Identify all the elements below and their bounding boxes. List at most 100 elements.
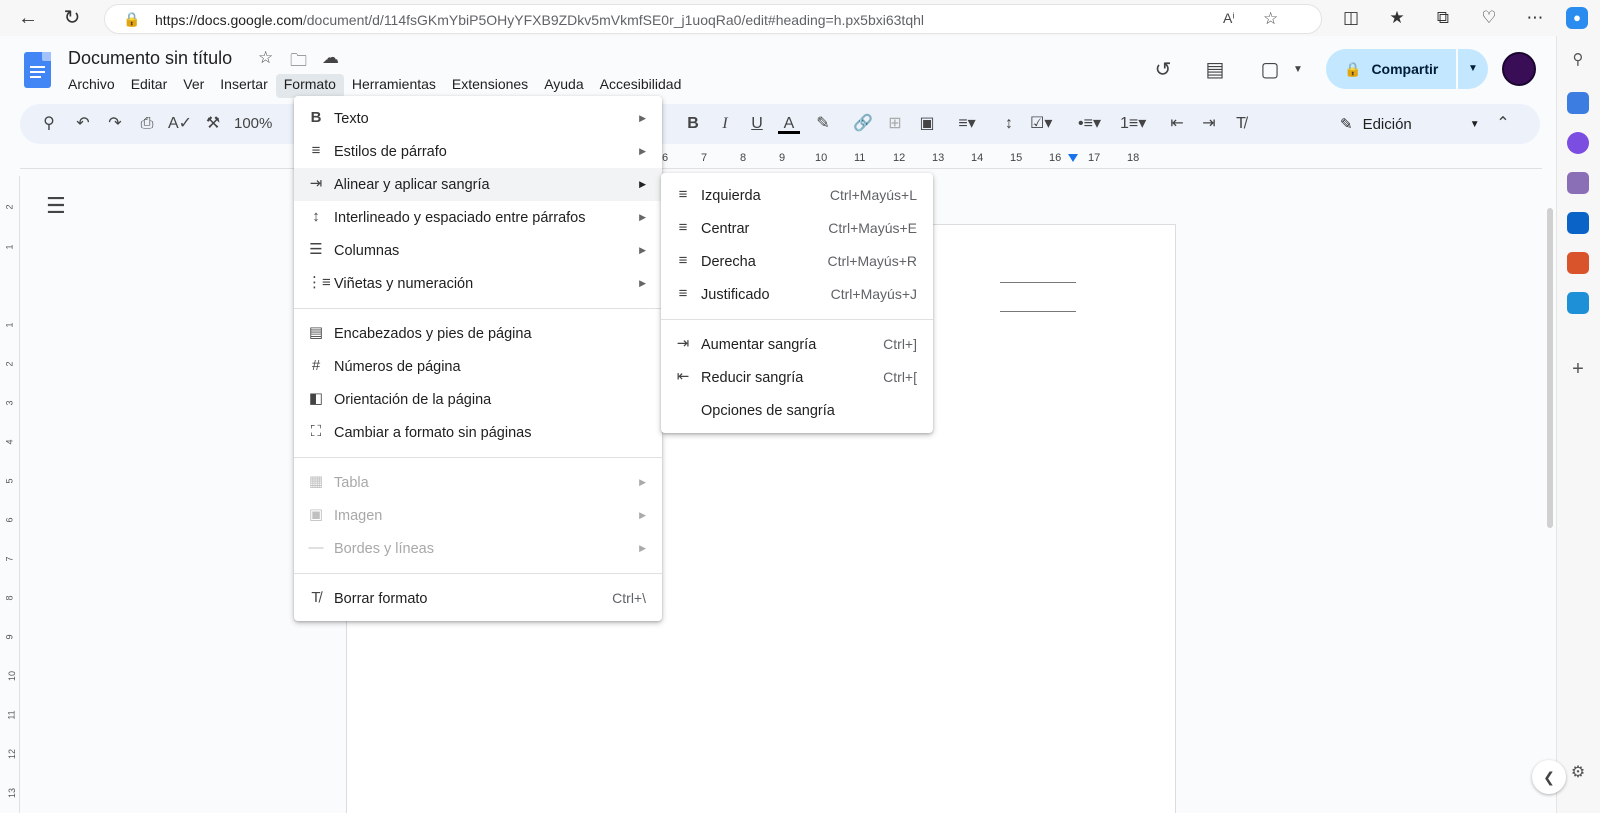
- menu-ayuda[interactable]: Ayuda: [536, 74, 591, 98]
- star-icon[interactable]: ☆: [258, 48, 273, 68]
- favorites-icon[interactable]: ★: [1386, 7, 1408, 29]
- align-indent-submenu: ≡ Izquierda Ctrl+Mayús+L ≡ Centrar Ctrl+…: [661, 173, 933, 433]
- ruler-label: 8: [740, 152, 747, 164]
- italic-icon[interactable]: I: [714, 112, 736, 136]
- menu-item-izquierda[interactable]: ≡ Izquierda Ctrl+Mayús+L: [661, 179, 933, 212]
- menu-item-justificado[interactable]: ≡ Justificado Ctrl+Mayús+J: [661, 278, 933, 311]
- menu-item-orientacion[interactable]: ◧ Orientación de la página: [294, 383, 662, 416]
- menu-item-aumentar-sangria[interactable]: ⇥ Aumentar sangría Ctrl+]: [661, 328, 933, 361]
- link-icon[interactable]: 🔗: [852, 112, 874, 136]
- menu-herramientas[interactable]: Herramientas: [344, 74, 444, 98]
- search-menus-icon[interactable]: ⚲: [38, 112, 60, 136]
- menu-item-reducir-sangria[interactable]: ⇤ Reducir sangría Ctrl+[: [661, 361, 933, 394]
- collapse-sidebar-icon[interactable]: ❮: [1532, 760, 1566, 794]
- settings-gear-icon[interactable]: ⚙: [1567, 762, 1589, 784]
- ruler-label: 1: [4, 322, 15, 328]
- menu-editar[interactable]: Editar: [123, 74, 176, 98]
- menu-item-texto[interactable]: B Texto ▶: [294, 102, 662, 135]
- numbered-list-icon[interactable]: 1≡▾: [1120, 112, 1146, 136]
- bold-icon[interactable]: B: [682, 112, 704, 136]
- outlook-icon[interactable]: [1567, 212, 1589, 234]
- zoom-select[interactable]: 100%: [234, 112, 272, 136]
- align-right-icon: ≡: [678, 252, 688, 269]
- menu-item-alinear-sangria[interactable]: ⇥ Alinear y aplicar sangría ▶: [294, 168, 662, 201]
- menu-item-label: Viñetas y numeración: [334, 275, 474, 292]
- insert-image-icon[interactable]: ▣: [916, 112, 938, 136]
- share-button[interactable]: 🔒 Compartir: [1326, 49, 1456, 89]
- shopping-icon[interactable]: [1567, 92, 1589, 114]
- right-indent-marker[interactable]: [1068, 154, 1078, 162]
- split-screen-icon[interactable]: ◫: [1340, 7, 1362, 29]
- cloud-status-icon[interactable]: ☁: [322, 48, 339, 68]
- undo-icon[interactable]: ↶: [72, 112, 94, 136]
- scroll-thumb[interactable]: [1547, 208, 1553, 528]
- underline-icon[interactable]: U: [746, 112, 768, 136]
- bulleted-list-icon[interactable]: •≡▾: [1078, 112, 1101, 136]
- menu-item-derecha[interactable]: ≡ Derecha Ctrl+Mayús+R: [661, 245, 933, 278]
- editing-mode-select[interactable]: ✎ Edición ▼: [1340, 112, 1480, 136]
- menu-shortcut: Ctrl+\: [612, 590, 646, 606]
- lock-icon[interactable]: 🔒: [123, 11, 140, 28]
- paint-format-icon[interactable]: ⚒: [202, 112, 224, 136]
- address-bar[interactable]: 🔒 https://docs.google.com/document/d/114…: [104, 4, 1322, 34]
- comments-icon[interactable]: ▤: [1201, 56, 1229, 84]
- print-icon[interactable]: ⎙: [136, 112, 158, 136]
- copilot-icon[interactable]: ●: [1566, 7, 1588, 29]
- m365-icon[interactable]: [1567, 132, 1589, 154]
- back-icon[interactable]: ←: [16, 6, 40, 30]
- spellcheck-icon[interactable]: A✓: [168, 112, 192, 136]
- browser-essentials-icon[interactable]: ♡: [1478, 7, 1500, 29]
- outline-icon[interactable]: ☰: [46, 193, 66, 219]
- document-title[interactable]: Documento sin título: [68, 48, 232, 69]
- menu-archivo[interactable]: Archivo: [60, 74, 123, 98]
- ruler-label: 10: [7, 670, 18, 682]
- more-menu-icon[interactable]: ⋯: [1524, 7, 1546, 29]
- move-folder-icon[interactable]: 🗀: [290, 48, 307, 77]
- menu-ver[interactable]: Ver: [175, 74, 212, 98]
- menu-accesibilidad[interactable]: Accesibilidad: [592, 74, 690, 98]
- text-color-icon[interactable]: A: [778, 112, 800, 134]
- menu-item-encabezados[interactable]: ▤ Encabezados y pies de página: [294, 317, 662, 350]
- drop-icon[interactable]: [1567, 292, 1589, 314]
- share-dropdown-icon[interactable]: ▼: [1458, 49, 1488, 89]
- decrease-indent-icon[interactable]: ⇤: [1166, 112, 1188, 136]
- lock-icon: 🔒: [1344, 60, 1362, 77]
- docs-logo-icon[interactable]: [24, 52, 51, 88]
- highlight-icon[interactable]: ✎: [812, 112, 834, 136]
- page-divider-line: [1000, 282, 1076, 283]
- menu-item-vinetas[interactable]: ⋮≡ Viñetas y numeración ▶: [294, 267, 662, 300]
- menu-extensiones[interactable]: Extensiones: [444, 74, 536, 98]
- increase-indent-icon[interactable]: ⇥: [1198, 112, 1220, 136]
- menu-item-numeros-pagina[interactable]: # Números de página: [294, 350, 662, 383]
- read-aloud-icon[interactable]: Aⁱ: [1223, 10, 1235, 27]
- align-icon[interactable]: ≡▾: [956, 112, 978, 136]
- menu-formato[interactable]: Formato: [275, 74, 344, 98]
- clear-formatting-icon[interactable]: T̸: [1230, 112, 1252, 136]
- hide-menus-icon[interactable]: ⌃: [1492, 112, 1514, 136]
- menu-item-centrar[interactable]: ≡ Centrar Ctrl+Mayús+E: [661, 212, 933, 245]
- add-comment-icon[interactable]: ⊞: [884, 112, 906, 136]
- tools-icon[interactable]: [1567, 252, 1589, 274]
- meet-video-icon[interactable]: ▢: [1256, 56, 1284, 84]
- search-icon[interactable]: ⚲: [1567, 50, 1589, 72]
- meet-dropdown-icon[interactable]: ▼: [1284, 56, 1312, 84]
- menu-item-columnas[interactable]: ☰ Columnas ▶: [294, 234, 662, 267]
- favorite-star-icon[interactable]: ☆: [1263, 9, 1278, 29]
- version-history-icon[interactable]: ↺: [1149, 56, 1177, 84]
- collections-icon[interactable]: ⧉: [1432, 7, 1454, 29]
- line-spacing-icon[interactable]: ↕: [998, 112, 1020, 136]
- menu-insertar[interactable]: Insertar: [212, 74, 275, 98]
- vertical-scrollbar[interactable]: [1544, 168, 1556, 813]
- vertical-ruler[interactable]: 2 1 1 2 3 4 5 6 7 8 9 10 11 12 13: [0, 176, 20, 813]
- checklist-icon[interactable]: ☑▾: [1030, 112, 1052, 136]
- menu-item-opciones-sangria[interactable]: Opciones de sangría: [661, 394, 933, 427]
- add-icon[interactable]: +: [1567, 358, 1589, 380]
- games-icon[interactable]: [1567, 172, 1589, 194]
- menu-item-interlineado[interactable]: ↕ Interlineado y espaciado entre párrafo…: [294, 201, 662, 234]
- menu-item-estilos-parrafo[interactable]: ≡ Estilos de párrafo ▶: [294, 135, 662, 168]
- menu-item-borrar-formato[interactable]: T̸ Borrar formato Ctrl+\: [294, 582, 662, 615]
- avatar[interactable]: [1502, 52, 1536, 86]
- redo-icon[interactable]: ↷: [104, 112, 126, 136]
- menu-item-sin-paginas[interactable]: ⛶ Cambiar a formato sin páginas: [294, 416, 662, 449]
- reload-icon[interactable]: ↻: [60, 6, 84, 30]
